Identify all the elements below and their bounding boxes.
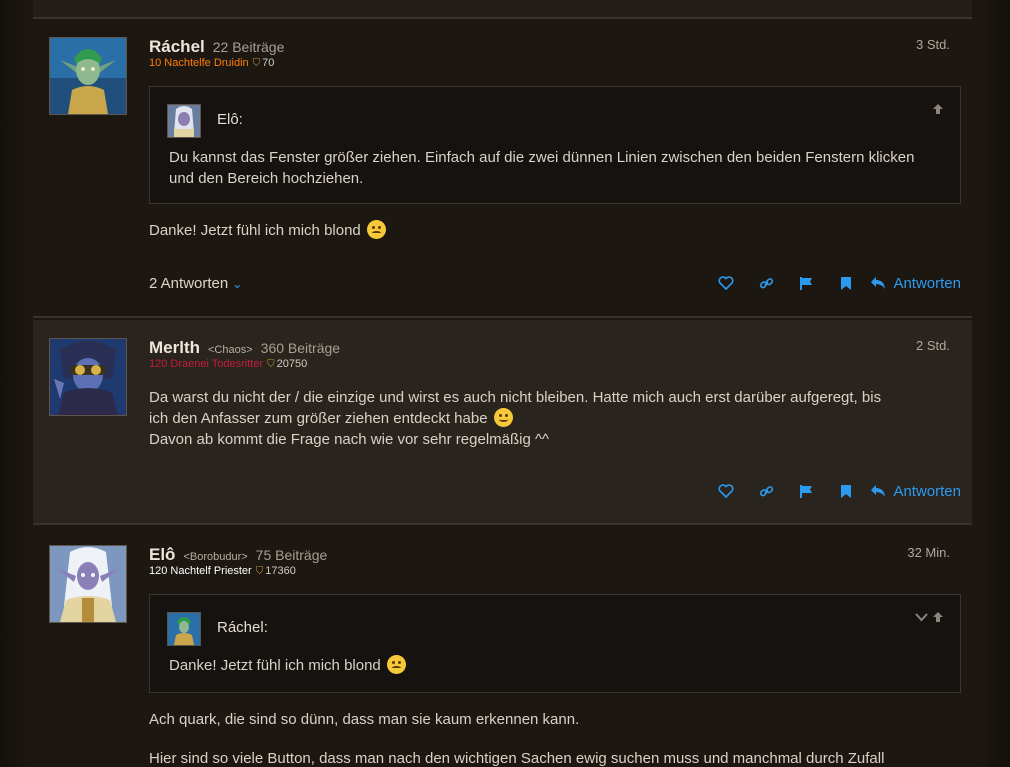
- arrow-up-icon[interactable]: [932, 611, 944, 623]
- quote-avatar: [167, 104, 201, 138]
- post-body: Danke! Jetzt fühl ich mich blond: [149, 220, 959, 241]
- post-rachel: Ráchel 22 Beiträge 10 Nachtelfe Druidin ⛉ 7…: [33, 19, 972, 318]
- previous-post-edge: [33, 0, 972, 19]
- post-count: 360 Beiträge: [260, 340, 341, 356]
- reply-button[interactable]: Antworten: [870, 275, 961, 292]
- post-header: Merlth <Chaos> 360 Beiträge: [149, 338, 340, 358]
- share-link-button[interactable]: [746, 481, 786, 501]
- bookmark-button[interactable]: [826, 481, 866, 501]
- report-button[interactable]: [786, 273, 826, 293]
- quote-block: Elô: Du kannst das Fenster größer ziehen…: [149, 86, 961, 204]
- character-class[interactable]: 10 Nachtelfe Druidin: [149, 57, 249, 69]
- reply-label: Antworten: [893, 274, 961, 292]
- avatar[interactable]: [49, 545, 127, 623]
- post-body-paragraph: Ach quark, die sind so dünn, dass man si…: [149, 711, 580, 728]
- post-elo: Elô <Borobudur> 75 Beiträge 120 Nachtelf P…: [33, 527, 972, 767]
- arrow-up-icon[interactable]: [932, 103, 944, 115]
- character-class[interactable]: 120 Nachtelf Priester: [149, 565, 252, 577]
- heart-icon: [718, 276, 734, 290]
- like-button[interactable]: [706, 481, 746, 501]
- character-info: 10 Nachtelfe Druidin ⛉ 70: [149, 57, 274, 69]
- replies-label: 2 Antworten: [149, 275, 229, 292]
- achievement-points: 70: [262, 57, 275, 69]
- author-name[interactable]: Elô: [149, 545, 175, 564]
- reply-arrow-icon: [871, 485, 886, 497]
- post-actions: Antworten: [706, 481, 961, 501]
- quote-controls: [915, 611, 944, 623]
- post-count: 22 Beiträge: [212, 39, 285, 55]
- post-merlth: Merlth <Chaos> 360 Beiträge 120 Draenei To…: [33, 320, 972, 525]
- quote-text-content: Danke! Jetzt fühl ich mich blond: [169, 657, 381, 674]
- post-body: Ach quark, die sind so dünn, dass man si…: [149, 709, 959, 767]
- achievement-points: 17360: [265, 565, 296, 577]
- guild-name[interactable]: <Chaos>: [208, 344, 253, 356]
- post-body-text: Danke! Jetzt fühl ich mich blond: [149, 222, 361, 239]
- link-icon: [759, 277, 774, 288]
- replies-toggle[interactable]: 2 Antworten ⌄: [149, 275, 242, 292]
- guild-name[interactable]: <Borobudur>: [183, 551, 247, 563]
- bookmark-button[interactable]: [826, 273, 866, 293]
- shield-icon: ⛉: [255, 566, 264, 577]
- post-body-line: ich den Anfasser zum größer ziehen entde…: [149, 410, 488, 427]
- achievement-points: 20750: [276, 358, 308, 370]
- post-time[interactable]: 32 Min.: [907, 545, 950, 560]
- reply-button[interactable]: Antworten: [870, 483, 961, 500]
- post-header: Elô <Borobudur> 75 Beiträge: [149, 545, 327, 565]
- reply-arrow-icon: [871, 277, 886, 289]
- forum-thread: Ráchel 22 Beiträge 10 Nachtelfe Druidin ⛉ 7…: [0, 0, 1010, 767]
- frown-emoji-icon: [366, 220, 386, 239]
- quote-avatar: [167, 612, 201, 646]
- share-link-button[interactable]: [746, 273, 786, 293]
- post-time[interactable]: 3 Std.: [916, 37, 950, 52]
- like-button[interactable]: [706, 273, 746, 293]
- post-actions: Antworten: [706, 273, 961, 293]
- shield-icon: ⛉: [252, 58, 261, 69]
- report-button[interactable]: [786, 481, 826, 501]
- post-body-paragraph: Hier sind so viele Button, dass man nach…: [149, 750, 885, 767]
- chevron-down-icon[interactable]: [915, 611, 928, 623]
- smile-emoji-icon: [493, 408, 513, 427]
- character-class[interactable]: 120 Draenei Todesritter: [149, 358, 263, 370]
- quote-text: Du kannst das Fenster größer ziehen. Ein…: [169, 149, 915, 187]
- shield-icon: ⛉: [267, 359, 275, 370]
- post-time[interactable]: 2 Std.: [916, 338, 950, 353]
- bookmark-icon: [841, 484, 852, 498]
- flag-icon: [799, 484, 812, 498]
- quote-author: Elô:: [217, 111, 243, 128]
- avatar[interactable]: [49, 37, 127, 115]
- chevron-down-icon: ⌄: [232, 277, 243, 291]
- post-body-line: Da warst du nicht der / die einzige und …: [149, 389, 882, 406]
- author-name[interactable]: Merlth: [149, 338, 200, 357]
- frown-emoji-icon: [386, 655, 406, 674]
- reply-label: Antworten: [893, 482, 961, 500]
- avatar[interactable]: [49, 338, 127, 416]
- bookmark-icon: [841, 276, 852, 290]
- post-header: Ráchel 22 Beiträge: [149, 37, 284, 57]
- link-icon: [759, 485, 774, 496]
- quote-text: Danke! Jetzt fühl ich mich blond: [169, 655, 939, 676]
- quote-block: Ráchel: Danke! Jetzt fühl ich mich blond: [149, 594, 961, 693]
- character-info: 120 Draenei Todesritter ⛉ 20750: [149, 358, 307, 370]
- quote-author: Ráchel:: [217, 619, 268, 636]
- character-info: 120 Nachtelf Priester ⛉ 17360: [149, 565, 296, 577]
- author-name[interactable]: Ráchel: [149, 37, 205, 56]
- heart-icon: [718, 484, 734, 498]
- post-body: Da warst du nicht der / die einzige und …: [149, 387, 959, 450]
- post-body-line: Davon ab kommt die Frage nach wie vor se…: [149, 431, 550, 448]
- post-count: 75 Beiträge: [255, 547, 328, 563]
- flag-icon: [799, 276, 812, 290]
